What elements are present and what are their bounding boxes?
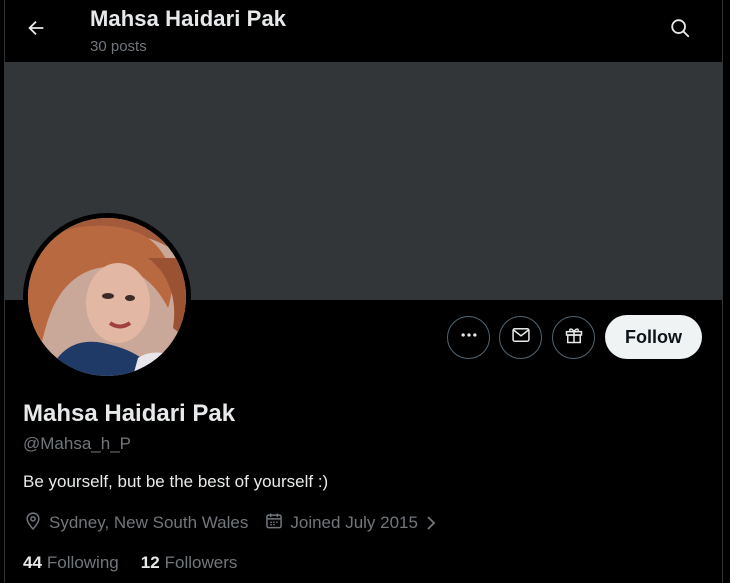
joined-text: Joined July 2015 — [290, 513, 418, 532]
followers-count: 12 — [140, 553, 160, 572]
profile-meta: Sydney, New South Wales Joined July 2015 — [23, 511, 460, 535]
chevron-right-icon — [424, 514, 444, 532]
followers-link[interactable]: 12 Followers — [141, 553, 238, 573]
more-options-button[interactable] — [447, 316, 490, 359]
message-icon — [511, 325, 531, 350]
following-label: Following — [46, 553, 119, 572]
gift-button[interactable] — [552, 316, 595, 359]
search-button[interactable] — [662, 12, 698, 48]
location-icon — [23, 511, 49, 536]
search-icon — [669, 17, 691, 44]
followers-label: Followers — [164, 553, 238, 572]
top-header: Mahsa Haidari Pak 30 posts — [0, 0, 730, 62]
following-link[interactable]: 44 Following — [23, 553, 119, 573]
profile-name: Mahsa Haidari Pak — [23, 400, 236, 427]
profile-bio: Be yourself, but be the best of yourself… — [23, 472, 329, 491]
location: Sydney, New South Wales — [23, 511, 248, 536]
header-title: Mahsa Haidari Pak — [90, 6, 287, 31]
following-count: 44 — [23, 553, 42, 572]
profile-handle: @Mahsa_h_P — [23, 434, 131, 453]
more-icon — [459, 325, 479, 350]
follow-button[interactable]: Follow — [605, 315, 702, 359]
avatar[interactable] — [23, 213, 191, 381]
back-arrow-icon — [25, 17, 47, 44]
gift-icon — [564, 325, 584, 350]
avatar-image — [28, 218, 186, 376]
joined-date[interactable]: Joined July 2015 — [264, 511, 444, 536]
message-button[interactable] — [499, 316, 542, 359]
follow-stats: 44 Following 12 Followers — [23, 552, 259, 574]
post-count: 30 posts — [90, 38, 147, 55]
back-button[interactable] — [18, 12, 54, 48]
calendar-icon — [264, 511, 290, 536]
profile-page: Mahsa Haidari Pak 30 posts Follow Mahsa … — [0, 0, 730, 583]
location-text: Sydney, New South Wales — [49, 513, 249, 532]
